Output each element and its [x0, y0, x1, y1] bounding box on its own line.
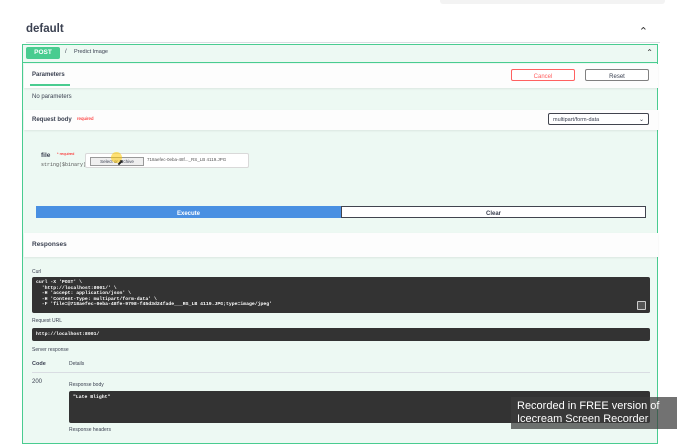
cancel-button[interactable]: Cancel [511, 69, 575, 81]
responses-header: Responses [24, 233, 658, 257]
content-type-select[interactable]: multipart/form-data ⌄ [548, 113, 649, 125]
request-body-title: Request body [32, 117, 72, 123]
status-code: 200 [32, 379, 43, 385]
tag-header[interactable]: default ⌃ [26, 22, 660, 43]
details-column-header: Details [69, 361, 85, 367]
execute-button[interactable]: Execute [36, 206, 341, 218]
tag-title: default [26, 23, 64, 35]
required-label: required [77, 116, 94, 121]
mouse-pointer-icon: ⬈ [117, 158, 124, 167]
no-parameters-text: No parameters [32, 94, 72, 100]
clear-button[interactable]: Clear [341, 206, 646, 218]
curl-line: -F 'file=@718aefec-0eba-48fe-9798-f45d3d… [36, 302, 273, 308]
tab-underline [30, 84, 70, 86]
request-url-label: Request URL [32, 318, 63, 324]
file-name: 718aefec-0eba-48f..._RS_LB 4119.JPG [147, 157, 227, 162]
curl-code-block[interactable]: curl -X 'POST' \ 'http://localhost:8001/… [32, 277, 650, 313]
action-buttons: Execute Clear [36, 206, 646, 218]
response-body-label: Response body [69, 382, 104, 388]
file-field-label: file [41, 152, 51, 159]
response-body-value: "Late Blight" [73, 395, 111, 400]
operation-summary[interactable]: POST / Predict Image ⌃ [23, 45, 657, 63]
operation-path: / [65, 49, 67, 55]
top-bar [440, 0, 665, 4]
copy-icon[interactable] [637, 301, 646, 310]
parameters-header: Parameters Cancel Reset [24, 64, 658, 88]
file-required-marker: * required [57, 151, 75, 156]
file-input[interactable]: Select or Archive 718aefec-0eba-48f..._R… [85, 153, 249, 168]
responses-title: Responses [32, 241, 67, 248]
reset-button[interactable]: Reset [585, 69, 649, 81]
request-url-value: http://localhost:8001/ [36, 332, 100, 337]
code-column-header: Code [32, 361, 46, 367]
response-headers-label: Response headers [69, 427, 111, 433]
server-response-label: Server response [32, 347, 69, 353]
method-badge: POST [26, 47, 60, 59]
tab-parameters[interactable]: Parameters [32, 72, 65, 78]
chevron-up-icon[interactable]: ⌃ [639, 25, 648, 38]
chevron-down-icon: ⌄ [638, 117, 644, 123]
chevron-up-icon[interactable]: ⌃ [646, 48, 653, 57]
file-field-type: string($binary) [41, 162, 87, 168]
operation-block: POST / Predict Image ⌃ Parameters Cancel… [22, 44, 658, 444]
watermark-line: Recorded in FREE version of [517, 400, 660, 412]
content-type-value: multipart/form-data [553, 117, 600, 123]
request-body-header: Request body required multipart/form-dat… [24, 110, 658, 130]
request-url-box[interactable]: http://localhost:8001/ [32, 328, 650, 341]
divider [32, 372, 650, 373]
recorder-watermark: Recorded in FREE version of Icecream Scr… [511, 397, 677, 429]
operation-description: Predict Image [74, 49, 108, 55]
curl-label: Curl [32, 269, 42, 275]
watermark-line: Icecream Screen Recorder [517, 413, 649, 425]
